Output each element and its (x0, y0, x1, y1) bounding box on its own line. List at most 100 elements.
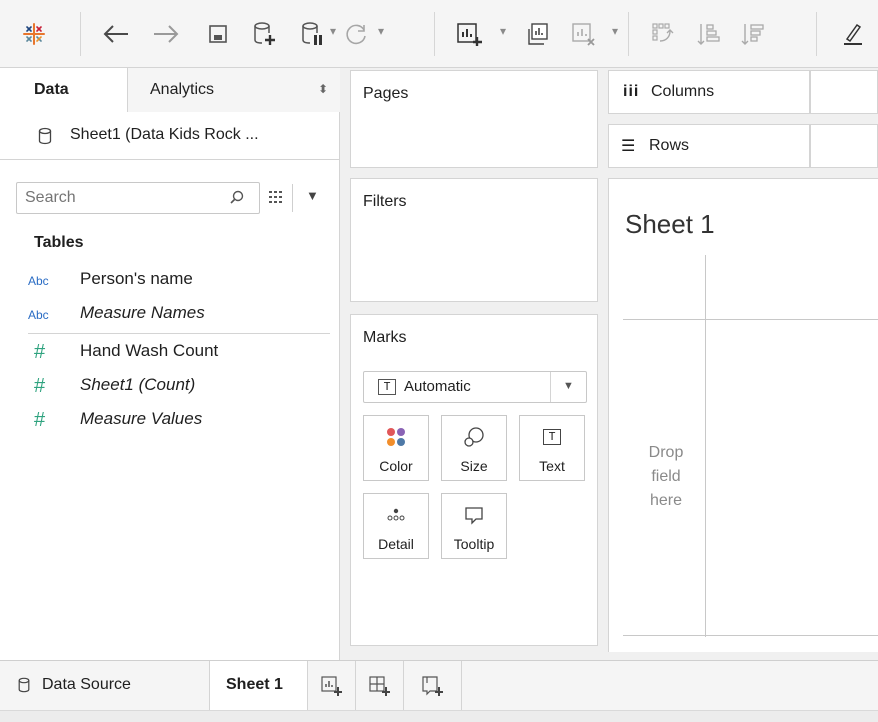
field-persons-name[interactable]: Abc Person's name (0, 266, 340, 298)
datasource-row[interactable]: Sheet1 (Data Kids Rock ... (0, 112, 340, 160)
detail-label: Detail (378, 536, 414, 552)
number-type-icon: # (34, 375, 46, 397)
drop-field-hint[interactable]: Drop field here (631, 441, 701, 513)
columns-label: Columns (651, 83, 715, 100)
toolbar-separator (816, 12, 817, 56)
new-dashboard-icon (368, 676, 390, 696)
field-measure-values[interactable]: # Measure Values (0, 406, 340, 438)
new-dashboard-button[interactable] (356, 661, 404, 711)
marks-type-dropdown[interactable]: T Automatic ▼ (363, 371, 587, 403)
tab-data-label: Data (34, 81, 69, 98)
marks-type-label: Automatic (404, 378, 471, 395)
drop-hint-line: Drop (648, 444, 684, 461)
sheet-title[interactable]: Sheet 1 (625, 209, 715, 240)
tab-data[interactable]: Data (0, 68, 128, 112)
data-menu-dropdown-icon[interactable]: ▼ (306, 188, 319, 203)
forward-arrow-icon[interactable] (148, 18, 184, 50)
pause-updates-icon[interactable] (296, 18, 328, 50)
filters-shelf-title: Filters (363, 193, 407, 210)
data-source-tab-label: Data Source (42, 676, 131, 693)
drop-hint-line: here (649, 492, 683, 509)
rows-shelf[interactable] (810, 124, 878, 168)
add-datasource-icon[interactable] (246, 18, 282, 50)
tableau-logo-icon[interactable] (16, 18, 52, 50)
search-icon[interactable] (229, 189, 245, 210)
field-name: Measure Names (80, 303, 205, 322)
search-box[interactable] (16, 182, 260, 214)
data-source-tab[interactable]: Data Source (0, 661, 210, 711)
datasource-icon (18, 677, 30, 698)
search-input[interactable] (25, 187, 215, 209)
new-worksheet-icon[interactable] (452, 18, 486, 50)
size-icon (442, 424, 506, 450)
new-worksheet-icon (320, 676, 342, 696)
pages-shelf-title: Pages (363, 85, 409, 102)
duplicate-sheet-icon[interactable] (520, 18, 554, 50)
datasource-name: Sheet1 (Data Kids Rock ... (70, 126, 259, 143)
size-mark-button[interactable]: Size (441, 415, 507, 481)
tables-heading: Tables (34, 234, 84, 251)
new-worksheet-dropdown-icon[interactable]: ▾ (500, 24, 506, 38)
pages-shelf[interactable]: Pages (350, 70, 598, 168)
rows-icon: ☰ (621, 138, 636, 155)
tab-analytics-label: Analytics (150, 81, 215, 98)
field-hand-wash-count[interactable]: # Hand Wash Count (0, 338, 340, 370)
columns-icon: iii (623, 83, 640, 100)
marks-card: Marks T Automatic ▼ Color Size T Text De… (350, 314, 598, 646)
field-name: Sheet1 (Count) (80, 375, 196, 394)
rows-shelf-label: ☰ Rows (608, 124, 810, 168)
field-sheet1-count[interactable]: # Sheet1 (Count) (0, 372, 340, 404)
filters-shelf[interactable]: Filters (350, 178, 598, 302)
new-worksheet-button[interactable] (308, 661, 356, 711)
sheet-tabs-bar: Data Source Sheet 1 (0, 660, 878, 711)
swap-icon[interactable] (646, 18, 680, 50)
detail-mark-button[interactable]: Detail (363, 493, 429, 559)
status-bar (0, 710, 878, 722)
search-separator (292, 184, 293, 212)
chevron-down-icon[interactable]: ▼ (563, 380, 574, 392)
refresh-dropdown-icon[interactable]: ▾ (378, 24, 384, 38)
clear-sheet-icon[interactable] (566, 18, 600, 50)
dimension-measure-divider (28, 333, 330, 334)
dropdown-separator (550, 372, 551, 402)
clear-sheet-dropdown-icon[interactable]: ▾ (612, 24, 618, 38)
toolbar-separator (434, 12, 435, 56)
color-icon (364, 424, 428, 450)
columns-shelf-label: iii Columns (608, 70, 810, 114)
data-pane: Data Analytics ⬍ Sheet1 (Data Kids Rock … (0, 68, 340, 660)
columns-shelf[interactable] (810, 70, 878, 114)
pause-dropdown-icon[interactable]: ▾ (330, 24, 336, 38)
worksheet-view[interactable]: Sheet 1 Drop field here (608, 178, 878, 652)
marks-card-title: Marks (363, 329, 407, 346)
new-story-button[interactable] (404, 661, 462, 711)
sort-ascending-icon[interactable] (692, 18, 726, 50)
text-mark-button[interactable]: T Text (519, 415, 585, 481)
text-label: Text (539, 458, 565, 474)
save-icon[interactable] (200, 18, 236, 50)
tooltip-label: Tooltip (453, 536, 495, 552)
refresh-icon[interactable] (340, 18, 374, 50)
field-measure-names[interactable]: Abc Measure Names (0, 300, 340, 332)
tooltip-icon (442, 502, 506, 528)
rows-label: Rows (649, 137, 690, 154)
column-header-divider (623, 319, 878, 320)
text-icon: T (520, 424, 584, 450)
back-arrow-icon[interactable] (98, 18, 134, 50)
tooltip-mark-button[interactable]: Tooltip (441, 493, 507, 559)
view-list-icon[interactable] (268, 189, 286, 210)
detail-icon (364, 502, 428, 528)
color-mark-button[interactable]: Color (363, 415, 429, 481)
data-pane-tabs: Data Analytics ⬍ (0, 68, 340, 112)
field-name: Measure Values (80, 409, 203, 428)
field-name: Hand Wash Count (80, 341, 219, 360)
toolbar-separator (628, 12, 629, 56)
tab-scroll-icon[interactable]: ⬍ (318, 82, 328, 96)
color-label: Color (379, 458, 413, 474)
datasource-icon (38, 127, 52, 150)
tab-analytics[interactable]: Analytics ⬍ (128, 68, 340, 112)
toolbar: ▾ ▾ ▾ ▾ (0, 0, 878, 68)
sort-descending-icon[interactable] (736, 18, 770, 50)
sheet-tab-active[interactable]: Sheet 1 (210, 661, 308, 711)
highlight-icon[interactable] (838, 18, 868, 50)
number-type-icon: # (34, 341, 46, 363)
